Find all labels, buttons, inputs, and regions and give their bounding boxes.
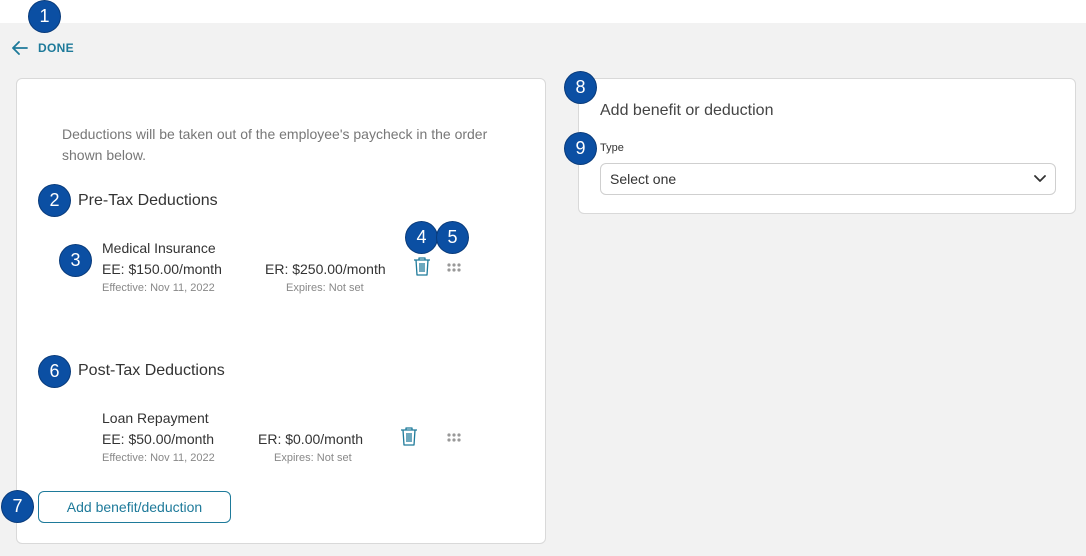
callout-badge: 8: [565, 72, 596, 103]
callout-badge: 5: [437, 222, 468, 253]
er-amount: ER: $250.00/month: [265, 261, 386, 277]
deduction-name: Medical Insurance: [102, 240, 216, 256]
trash-icon[interactable]: [413, 256, 431, 277]
type-select-value: Select one: [610, 171, 677, 187]
er-amount: ER: $0.00/month: [258, 431, 364, 447]
effective-date: Effective: Nov 11, 2022: [102, 452, 215, 464]
callout-badge: 7: [2, 491, 33, 522]
effective-date: Effective: Nov 11, 2022: [102, 282, 215, 294]
deduction-name: Loan Repayment: [102, 410, 209, 426]
pre-tax-title: Pre-Tax Deductions: [78, 192, 218, 209]
arrow-left-icon: [12, 41, 28, 55]
drag-handle-icon[interactable]: [447, 263, 461, 272]
chevron-down-icon: [1034, 170, 1046, 188]
type-select[interactable]: Select one: [600, 163, 1056, 195]
add-benefit-card: Add benefit or deduction Type Select one: [578, 78, 1076, 214]
drag-handle-icon[interactable]: [447, 433, 461, 442]
ee-amount: EE: $50.00/month: [102, 431, 215, 447]
callout-badge: 3: [60, 245, 91, 276]
callout-badge: 6: [39, 356, 70, 387]
callout-badge: 9: [565, 133, 596, 164]
type-label: Type: [600, 142, 624, 154]
ee-amount: EE: $150.00/month: [102, 261, 222, 277]
deductions-card: Deductions will be taken out of the empl…: [16, 78, 546, 544]
trash-icon[interactable]: [400, 426, 418, 447]
expires-date: Expires: Not set: [274, 452, 352, 464]
callout-badge: 2: [39, 185, 70, 216]
panel-title: Add benefit or deduction: [600, 102, 774, 119]
done-label: DONE: [38, 41, 74, 55]
top-bar: [0, 0, 1086, 23]
done-link[interactable]: DONE: [12, 38, 74, 58]
intro-text: Deductions will be taken out of the empl…: [62, 126, 488, 163]
expires-date: Expires: Not set: [286, 282, 364, 294]
add-benefit-deduction-button[interactable]: Add benefit/deduction: [38, 491, 231, 523]
callout-badge: 1: [29, 1, 60, 32]
callout-badge: 4: [406, 222, 437, 253]
post-tax-title: Post-Tax Deductions: [78, 362, 225, 379]
